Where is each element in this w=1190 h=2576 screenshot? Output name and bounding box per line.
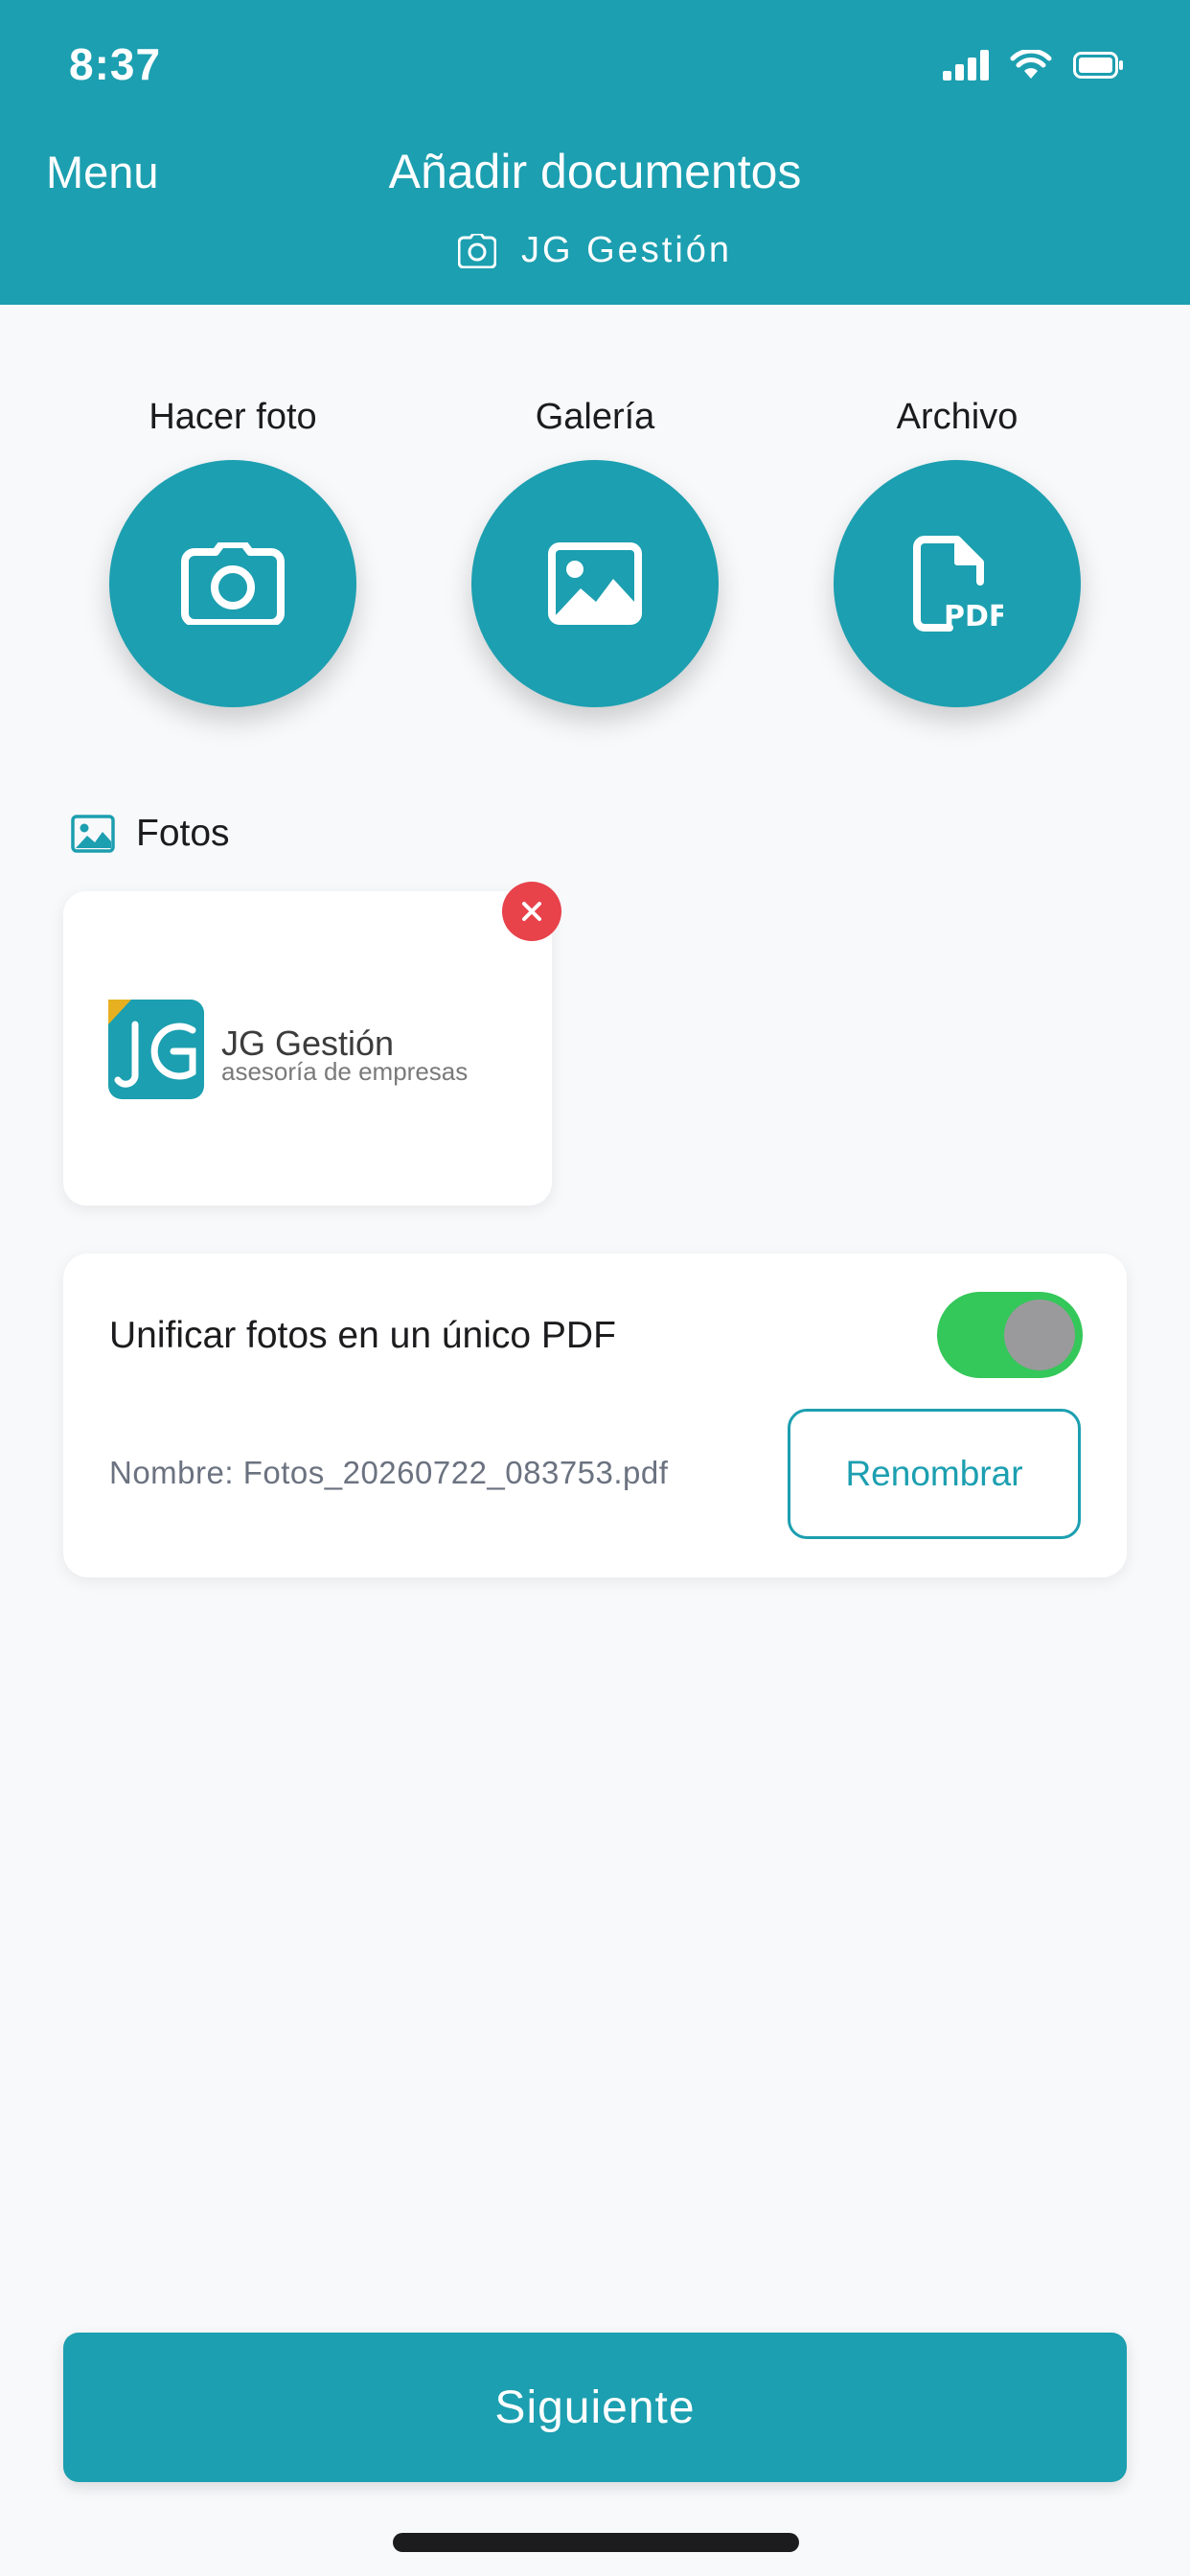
gallery-button[interactable] bbox=[471, 460, 719, 707]
file-button[interactable]: PDF bbox=[834, 460, 1081, 707]
status-icons bbox=[943, 46, 1123, 84]
camera-icon bbox=[457, 233, 496, 268]
remove-photo-button[interactable] bbox=[502, 882, 561, 941]
image-icon bbox=[548, 542, 642, 625]
photos-section-header: Fotos bbox=[71, 813, 230, 855]
photo-thumbnail[interactable]: JG Gestión asesoría de empresas bbox=[63, 891, 552, 1206]
unify-pdf-toggle[interactable] bbox=[937, 1292, 1083, 1378]
jg-gestion-logo: JG Gestión asesoría de empresas bbox=[108, 1000, 468, 1099]
camera-icon bbox=[181, 542, 285, 625]
pdf-file-icon: PDF bbox=[913, 536, 1003, 632]
next-button[interactable]: Siguiente bbox=[63, 2333, 1127, 2482]
battery-icon bbox=[1073, 52, 1123, 79]
page-title: Añadir documentos bbox=[388, 145, 802, 198]
gallery-label: Galería bbox=[535, 397, 655, 437]
cellular-signal-icon bbox=[943, 50, 989, 80]
toggle-knob bbox=[1004, 1300, 1075, 1370]
status-time: 8:37 bbox=[69, 39, 162, 89]
take-photo-action: Hacer foto bbox=[108, 393, 357, 707]
file-action: Archivo PDF bbox=[833, 393, 1082, 707]
take-photo-button[interactable] bbox=[109, 460, 356, 707]
pdf-filename: Nombre: Fotos_20260722_083753.pdf bbox=[109, 1455, 669, 1490]
gallery-action: Galería bbox=[470, 393, 720, 707]
photos-section-title: Fotos bbox=[136, 813, 230, 854]
page-subtitle: JG Gestión bbox=[0, 230, 1190, 271]
company-name: JG Gestión bbox=[520, 230, 733, 270]
take-photo-label: Hacer foto bbox=[149, 397, 317, 437]
home-indicator bbox=[393, 2533, 799, 2552]
logo-tagline-text: asesoría de empresas bbox=[221, 1057, 468, 1086]
rename-button[interactable]: Renombrar bbox=[788, 1409, 1081, 1539]
file-label: Archivo bbox=[896, 397, 1018, 437]
unify-pdf-label: Unificar fotos en un único PDF bbox=[109, 1315, 616, 1356]
close-icon bbox=[522, 902, 541, 921]
image-icon bbox=[71, 815, 115, 853]
unify-pdf-card: Unificar fotos en un único PDF Nombre: F… bbox=[63, 1254, 1127, 1577]
svg-text:PDF: PDF bbox=[944, 600, 1003, 632]
wifi-icon bbox=[1010, 50, 1052, 79]
header-bar: 8:37 Menu Añadir documentos JG Gestión bbox=[0, 0, 1190, 305]
